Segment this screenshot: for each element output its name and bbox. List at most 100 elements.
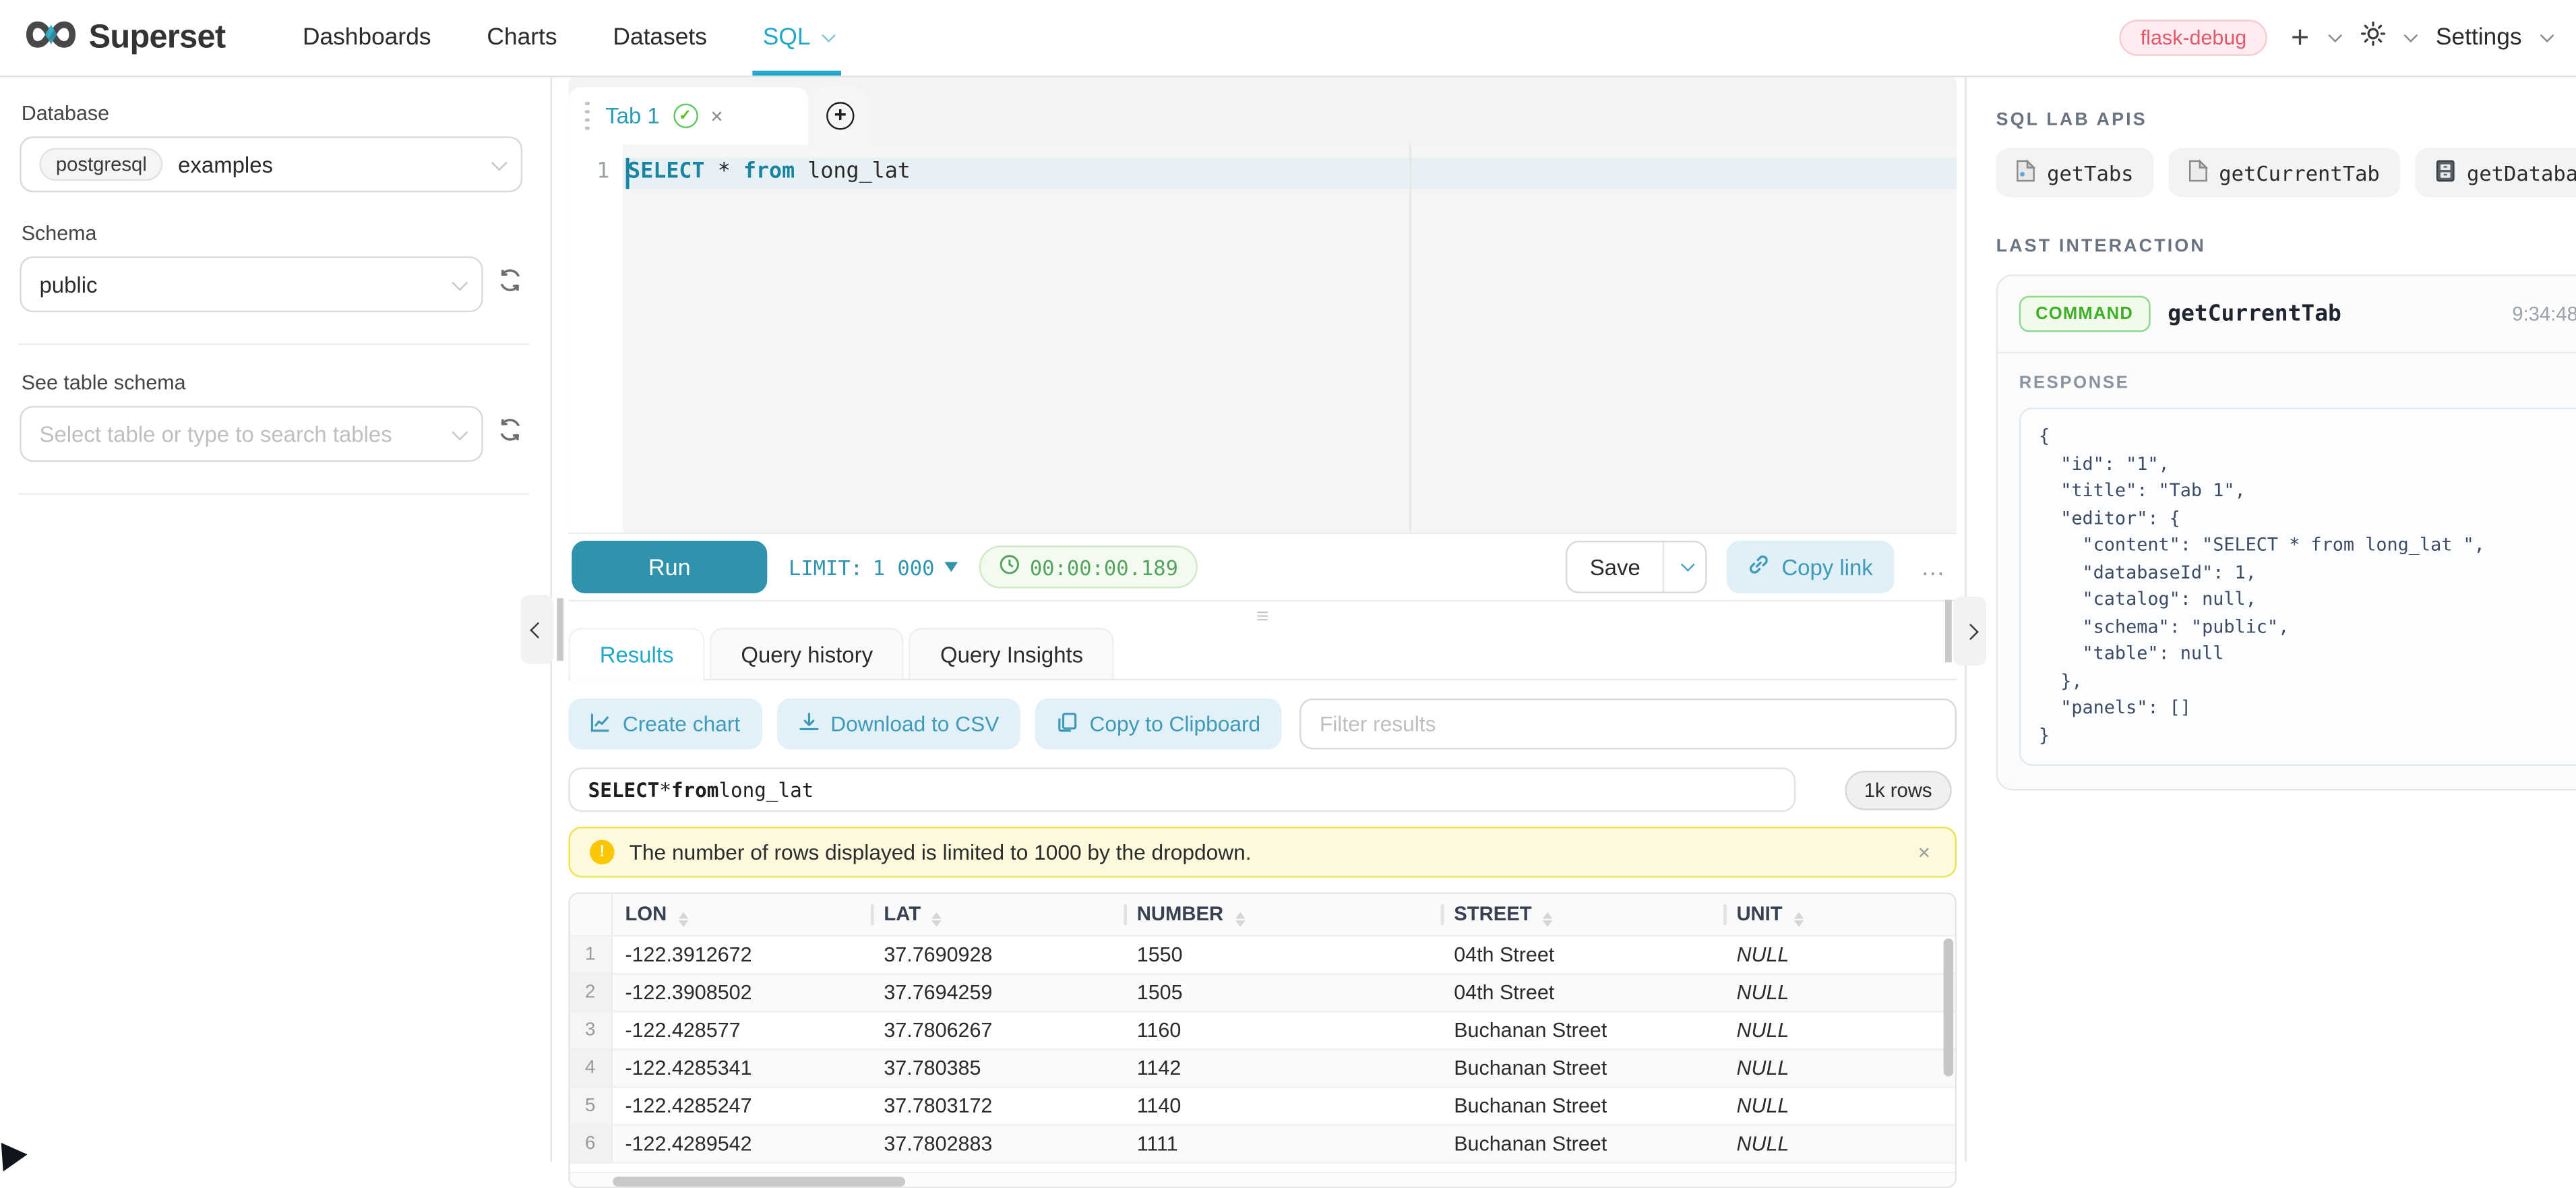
tab-results[interactable]: Results bbox=[568, 628, 704, 679]
tab-query-history[interactable]: Query history bbox=[710, 628, 904, 679]
collapse-left-panel-button[interactable] bbox=[521, 595, 554, 663]
sort-icon[interactable] bbox=[1235, 912, 1245, 927]
vertical-scrollbar-thumb[interactable] bbox=[1944, 939, 1954, 1077]
table-row[interactable]: 5 -122.4285247 37.7803172 1140 Buchanan … bbox=[570, 1086, 1955, 1124]
chevron-down-icon bbox=[2327, 28, 2341, 42]
filter-results-input[interactable] bbox=[1300, 699, 1957, 750]
col-header-lat[interactable]: LAT bbox=[871, 894, 1124, 935]
download-csv-button[interactable]: Download to CSV bbox=[776, 699, 1020, 750]
table-row[interactable]: 2 -122.3908502 37.7694259 1505 04th Stre… bbox=[570, 973, 1955, 1011]
editor-tab-1[interactable]: Tab 1 ✓ × bbox=[568, 87, 808, 144]
sql-editor[interactable]: 1 SELECT * from long_lat bbox=[568, 145, 1957, 533]
chevron-left-icon bbox=[529, 621, 545, 637]
create-chart-button[interactable]: Create chart bbox=[568, 699, 762, 750]
interaction-header: COMMAND getCurrentTab 9:34:48 AM bbox=[1998, 276, 2576, 354]
new-item-menu[interactable]: + bbox=[2291, 22, 2337, 53]
nav-sql[interactable]: SQL bbox=[763, 0, 832, 76]
table-schema-field: See table schema bbox=[20, 372, 522, 462]
table-row[interactable]: 1 -122.3912672 37.7690928 1550 04th Stre… bbox=[570, 935, 1955, 973]
database-label: Database bbox=[22, 102, 522, 125]
database-select[interactable]: postgresql examples bbox=[20, 136, 522, 192]
save-button[interactable]: Save bbox=[1567, 542, 1663, 591]
sort-icon[interactable] bbox=[1543, 912, 1554, 927]
table-select[interactable] bbox=[20, 406, 483, 462]
refresh-icon[interactable] bbox=[498, 268, 523, 301]
clipboard-icon bbox=[1057, 711, 1078, 737]
file-icon bbox=[2188, 158, 2207, 186]
sort-icon[interactable] bbox=[1794, 912, 1804, 927]
print-margin-line bbox=[1409, 145, 1411, 533]
database-value: examples bbox=[178, 152, 273, 177]
schema-label: Schema bbox=[22, 222, 522, 245]
results-tabbar: Results Query history Query Insights bbox=[568, 628, 1957, 680]
editor-tab-title: Tab 1 bbox=[605, 104, 660, 129]
executed-query-preview[interactable]: SELECT * from long_lat bbox=[568, 767, 1796, 812]
schema-value: public bbox=[40, 272, 98, 297]
link-icon bbox=[1749, 554, 1771, 580]
nav-dashboards[interactable]: Dashboards bbox=[303, 0, 431, 76]
table-header-row: LON LAT NUMBER STREET UNIT bbox=[570, 894, 1955, 935]
editor-tabstrip: Tab 1 ✓ × + bbox=[568, 78, 1957, 145]
interaction-timestamp: 9:34:48 AM bbox=[2512, 303, 2576, 326]
column-resize-handle[interactable] bbox=[1124, 904, 1127, 924]
last-interaction-heading: LAST INTERACTION bbox=[1996, 237, 2576, 256]
superset-logo[interactable]: Superset bbox=[26, 18, 225, 59]
results-table-container: LON LAT NUMBER STREET UNIT 1 -122.391267… bbox=[568, 893, 1957, 1188]
drag-handle-icon[interactable] bbox=[585, 102, 589, 131]
chevron-down-icon bbox=[1681, 558, 1695, 572]
row-number-header bbox=[570, 894, 611, 935]
engine-tag: postgresql bbox=[40, 148, 164, 181]
get-current-tab-button[interactable]: getCurrentTab bbox=[2168, 148, 2399, 197]
close-icon[interactable]: × bbox=[710, 105, 723, 127]
collapse-right-panel-button[interactable] bbox=[1953, 597, 1986, 665]
column-resize-handle[interactable] bbox=[871, 904, 874, 924]
nav-charts[interactable]: Charts bbox=[487, 0, 557, 76]
table-row[interactable]: 3 -122.428577 37.7806267 1160 Buchanan S… bbox=[570, 1011, 1955, 1048]
results-table: LON LAT NUMBER STREET UNIT 1 -122.391267… bbox=[570, 894, 1955, 1162]
col-header-number[interactable]: NUMBER bbox=[1124, 894, 1440, 935]
settings-menu[interactable]: Settings bbox=[2436, 25, 2550, 51]
col-header-unit[interactable]: UNIT bbox=[1723, 894, 1955, 935]
scrollbar-thumb[interactable] bbox=[613, 1176, 905, 1186]
interaction-body: RESPONSE { "id": "1", "title": "Tab 1", … bbox=[1998, 353, 2576, 789]
file-icon bbox=[2016, 158, 2035, 186]
table-row[interactable]: 4 -122.4285341 37.780385 1142 Buchanan S… bbox=[570, 1048, 1955, 1086]
horizontal-scrollbar[interactable] bbox=[570, 1172, 1955, 1187]
save-options-caret[interactable] bbox=[1663, 542, 1706, 591]
table-search-input[interactable] bbox=[22, 408, 482, 461]
get-tabs-button[interactable]: getTabs bbox=[1996, 148, 2153, 197]
pane-resize-handle[interactable]: ≡ bbox=[568, 601, 1957, 628]
save-split-button: Save bbox=[1565, 541, 1708, 593]
chevron-down-icon bbox=[822, 28, 836, 42]
main-nav: Dashboards Charts Datasets SQL bbox=[275, 0, 860, 76]
chevron-down-icon bbox=[491, 154, 508, 170]
close-icon[interactable]: × bbox=[1913, 840, 1935, 865]
col-header-lon[interactable]: LON bbox=[611, 894, 871, 935]
run-button[interactable]: Run bbox=[572, 541, 767, 593]
limit-dropdown[interactable]: LIMIT:1 000 bbox=[789, 555, 958, 580]
copy-clipboard-button[interactable]: Copy to Clipboard bbox=[1035, 699, 1282, 750]
nav-datasets[interactable]: Datasets bbox=[613, 0, 707, 76]
sun-icon bbox=[2360, 22, 2385, 55]
more-actions-button[interactable]: … bbox=[1914, 553, 1954, 581]
column-resize-handle[interactable] bbox=[1723, 904, 1727, 924]
sidebar-divider bbox=[18, 493, 529, 494]
sort-icon[interactable] bbox=[678, 912, 688, 927]
tab-query-insights[interactable]: Query Insights bbox=[909, 628, 1115, 679]
add-tab-button[interactable]: + bbox=[814, 87, 867, 144]
refresh-icon[interactable] bbox=[498, 417, 523, 450]
col-header-street[interactable]: STREET bbox=[1441, 894, 1723, 935]
column-resize-handle[interactable] bbox=[1441, 904, 1444, 924]
schema-select[interactable]: public bbox=[20, 256, 483, 312]
pane-scrollbar[interactable] bbox=[557, 598, 563, 661]
copy-link-button[interactable]: Copy link bbox=[1727, 541, 1894, 593]
table-row[interactable]: 6 -122.4289542 37.7802883 1111 Buchanan … bbox=[570, 1124, 1955, 1162]
plus-circle-icon: + bbox=[826, 102, 854, 129]
clock-icon bbox=[999, 554, 1020, 580]
apis-heading: SQL LAB APIS bbox=[1996, 110, 2576, 129]
sort-icon[interactable] bbox=[932, 912, 942, 927]
get-databases-button[interactable]: getDatabases bbox=[2414, 148, 2576, 197]
theme-menu[interactable] bbox=[2360, 22, 2413, 55]
row-count-badge: 1k rows bbox=[1844, 770, 1951, 810]
pane-scrollbar[interactable] bbox=[1944, 600, 1951, 663]
